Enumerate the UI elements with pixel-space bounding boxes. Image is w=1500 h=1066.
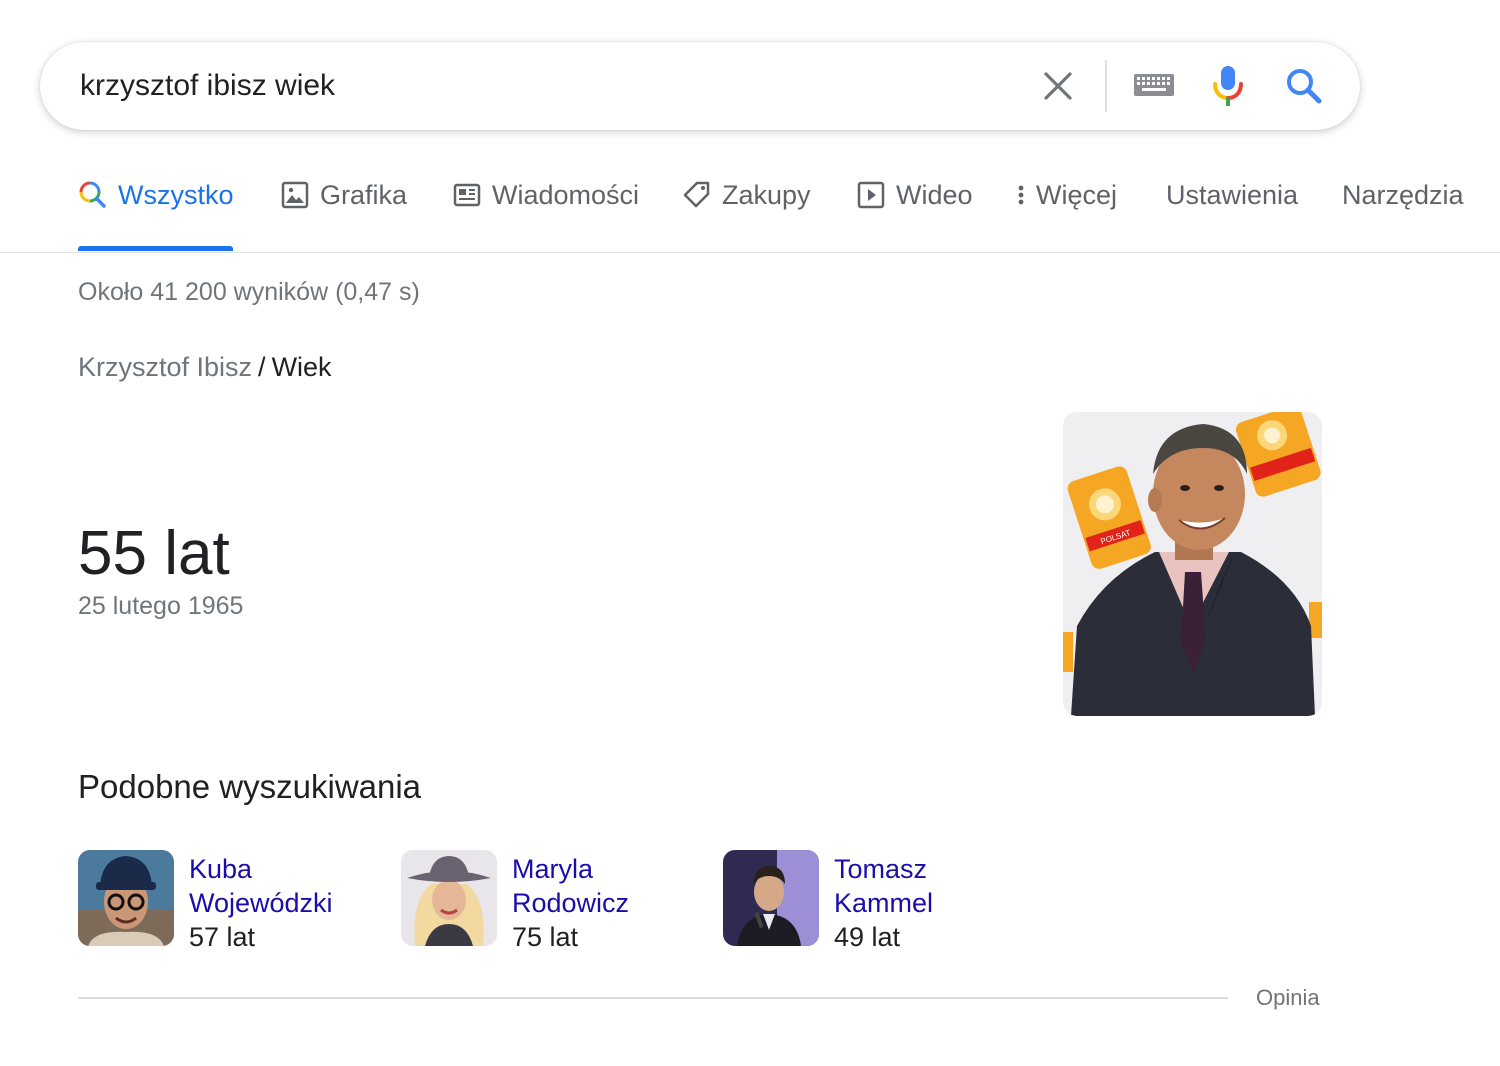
search-icon bbox=[1287, 69, 1322, 104]
breadcrumb-current: Wiek bbox=[271, 352, 332, 382]
breadcrumb: Krzysztof Ibisz / Wiek bbox=[78, 352, 332, 383]
related-age: 75 lat bbox=[512, 922, 579, 952]
related-name-line: Rodowicz bbox=[512, 888, 630, 918]
tab-label: Ustawienia bbox=[1166, 180, 1299, 210]
portrait-image: POLSAT bbox=[1063, 412, 1322, 716]
search-bar-divider bbox=[1105, 60, 1107, 112]
result-stats: Około 41 200 wyników (0,47 s) bbox=[78, 278, 420, 306]
tab-wiecej[interactable]: Więcej bbox=[1012, 180, 1117, 236]
mic-icon bbox=[1213, 66, 1243, 106]
search-tabs: Wszystko Grafika Wiadomości Zakupy Wideo… bbox=[0, 180, 1500, 252]
tab-label: Grafika bbox=[320, 180, 408, 210]
tab-zakupy[interactable]: Zakupy bbox=[682, 180, 811, 236]
related-thumbnail bbox=[401, 850, 497, 946]
related-item[interactable]: Kuba Wojewódzki 57 lat bbox=[78, 850, 368, 960]
related-name-line: Kuba bbox=[189, 854, 253, 884]
related-thumbnail bbox=[78, 850, 174, 946]
tabs-divider bbox=[0, 252, 1500, 253]
related-name-line: Maryla bbox=[512, 854, 594, 884]
tab-label: Wiadomości bbox=[492, 180, 640, 210]
answer-value: 55 lat bbox=[78, 519, 230, 588]
tab-grafika[interactable]: Grafika bbox=[280, 180, 407, 236]
related-thumbnail bbox=[723, 850, 819, 946]
news-icon bbox=[452, 180, 482, 210]
tab-label: Zakupy bbox=[722, 180, 811, 210]
related-name-line: Kammel bbox=[834, 888, 934, 918]
tab-label: Więcej bbox=[1036, 180, 1118, 210]
related-name: Maryla Rodowicz bbox=[512, 852, 692, 920]
search-results-page: Wszystko Grafika Wiadomości bbox=[0, 0, 1500, 1066]
search-icon bbox=[78, 180, 108, 210]
related-item[interactable]: Maryla Rodowicz 75 lat bbox=[401, 850, 691, 960]
play-icon bbox=[856, 180, 886, 210]
search-bar bbox=[40, 42, 1360, 130]
tab-wszystko[interactable]: Wszystko bbox=[78, 180, 234, 236]
tab-ustawienia[interactable]: Ustawienia bbox=[1166, 180, 1298, 236]
active-tab-indicator bbox=[78, 246, 233, 251]
related-name: Kuba Wojewódzki bbox=[189, 852, 369, 920]
related-item[interactable]: Tomasz Kammel 49 lat bbox=[723, 850, 1013, 960]
person-photo[interactable]: POLSAT bbox=[1063, 412, 1322, 716]
related-searches-title: Podobne wyszukiwania bbox=[78, 768, 422, 805]
tab-label: Wszystko bbox=[118, 180, 234, 210]
tab-wideo[interactable]: Wideo bbox=[856, 180, 973, 236]
tab-label: Narzędzia bbox=[1342, 180, 1464, 210]
more-vert-icon bbox=[1012, 180, 1030, 210]
close-icon bbox=[1044, 72, 1072, 100]
related-name-line: Tomasz bbox=[834, 854, 928, 884]
search-submit-button[interactable] bbox=[1284, 66, 1324, 106]
keyboard-button[interactable] bbox=[1133, 72, 1175, 100]
tab-label: Wideo bbox=[896, 180, 973, 210]
feedback-link[interactable]: Opinia bbox=[1256, 985, 1320, 1011]
bottom-divider bbox=[78, 997, 1228, 999]
related-age: 49 lat bbox=[834, 922, 901, 952]
breadcrumb-parent-link[interactable]: Krzysztof Ibisz bbox=[78, 352, 252, 382]
related-name-line: Wojewódzki bbox=[189, 888, 333, 918]
image-icon bbox=[280, 180, 310, 210]
related-name: Tomasz Kammel bbox=[834, 852, 1014, 920]
related-age: 57 lat bbox=[189, 922, 256, 952]
answer-birth-date: 25 lutego 1965 bbox=[78, 592, 244, 620]
breadcrumb-separator: / bbox=[258, 352, 266, 382]
keyboard-icon bbox=[1134, 74, 1174, 96]
clear-search-button[interactable] bbox=[1038, 66, 1078, 106]
tag-icon bbox=[682, 180, 712, 210]
tab-wiadomosci[interactable]: Wiadomości bbox=[452, 180, 639, 236]
voice-search-button[interactable] bbox=[1210, 64, 1246, 108]
tab-narzedzia[interactable]: Narzędzia bbox=[1342, 180, 1464, 236]
search-input[interactable] bbox=[80, 62, 980, 110]
